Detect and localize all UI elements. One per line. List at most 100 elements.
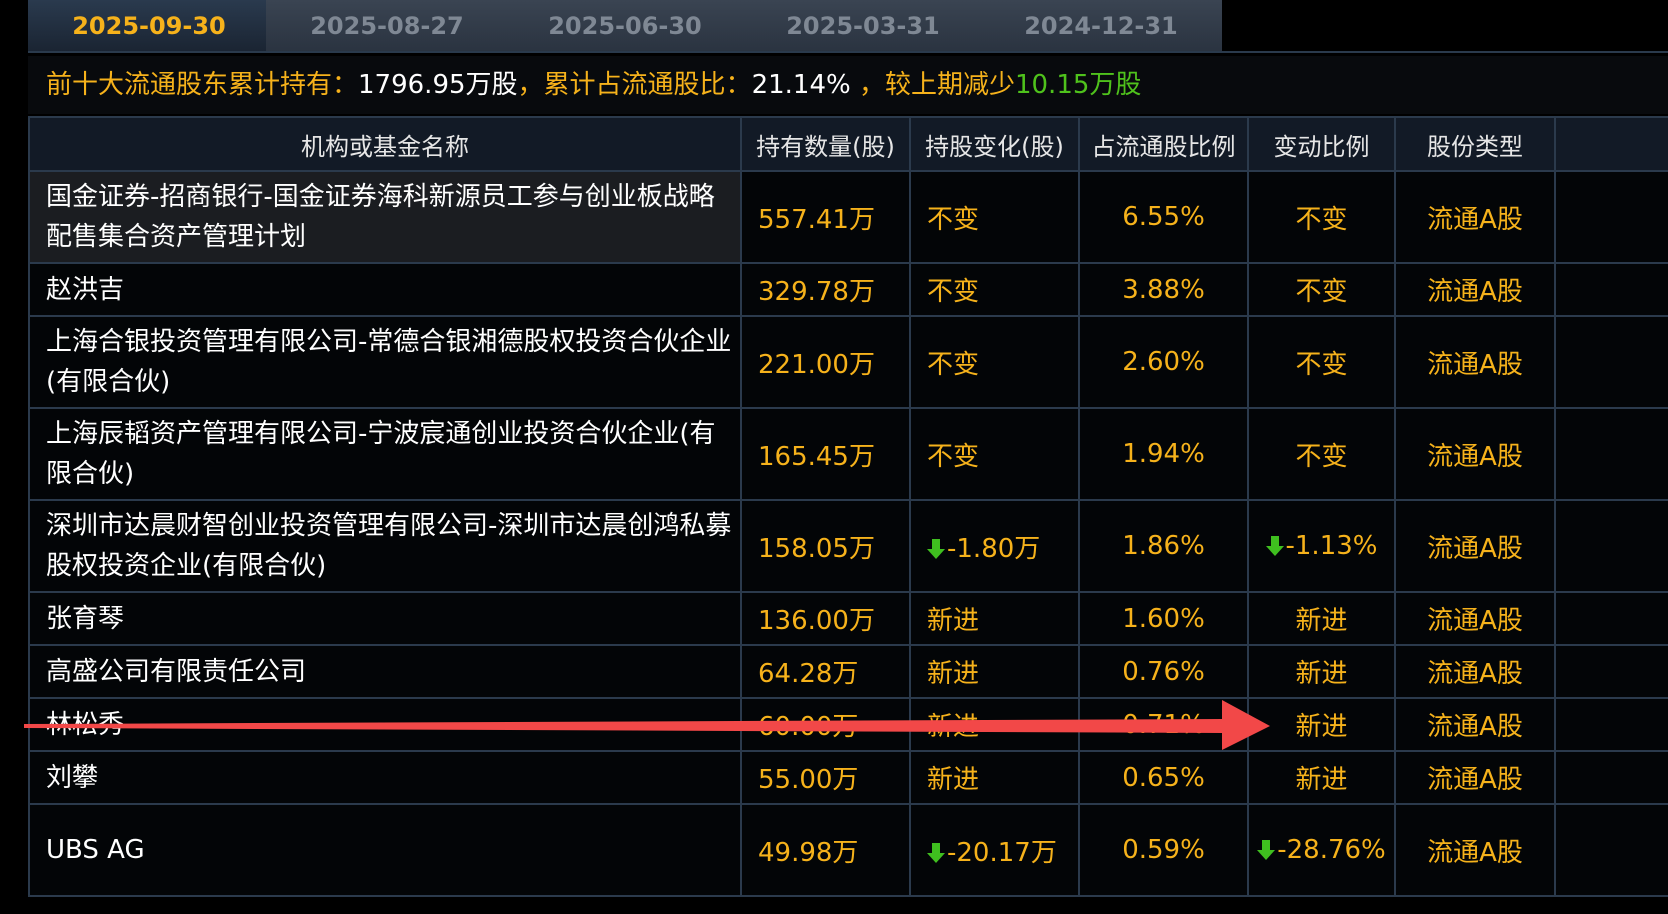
down-arrow-icon xyxy=(927,842,945,863)
table-row[interactable]: 上海合银投资管理有限公司-常德合银湘德股权投资合伙企业(有限合伙) 221.00… xyxy=(28,315,1668,409)
holder-name[interactable]: 林松秀 xyxy=(28,697,742,752)
holder-qty: 221.00万 xyxy=(740,315,911,409)
row-extra-cell xyxy=(1554,499,1668,593)
row-extra-cell xyxy=(1554,591,1668,646)
holder-pct: 1.86% xyxy=(1078,499,1249,593)
holder-ratio: 不变 xyxy=(1247,315,1396,409)
down-arrow-icon xyxy=(927,538,945,559)
holder-type: 流通A股 xyxy=(1394,262,1556,317)
tab-divider xyxy=(28,51,1668,53)
holder-qty: 165.45万 xyxy=(740,407,911,501)
holder-change: 不变 xyxy=(909,170,1080,264)
holder-qty: 55.00万 xyxy=(740,750,911,805)
header-quantity[interactable]: 持有数量(股) xyxy=(740,116,911,172)
holder-change: -20.17万 xyxy=(909,803,1080,897)
holder-ratio-value: -28.76% xyxy=(1277,835,1386,865)
holder-ratio-value: -1.13% xyxy=(1285,531,1378,561)
holder-type: 流通A股 xyxy=(1394,697,1556,752)
header-name[interactable]: 机构或基金名称 xyxy=(28,116,742,172)
holder-qty: 158.05万 xyxy=(740,499,911,593)
holder-pct: 0.59% xyxy=(1078,803,1249,897)
holder-ratio: 不变 xyxy=(1247,407,1396,501)
table-row[interactable]: 张育琴 136.00万 新进 1.60% 新进 流通A股 xyxy=(28,591,1668,646)
holder-ratio: 新进 xyxy=(1247,591,1396,646)
holder-change: 新进 xyxy=(909,697,1080,752)
holder-name[interactable]: 张育琴 xyxy=(28,591,742,646)
tab-2025-08-27[interactable]: 2025-08-27 xyxy=(266,0,508,52)
holder-ratio: -28.76% xyxy=(1247,803,1396,897)
row-extra-cell xyxy=(1554,170,1668,264)
row-extra-cell xyxy=(1554,262,1668,317)
holder-pct: 1.60% xyxy=(1078,591,1249,646)
holder-name[interactable]: 赵洪吉 xyxy=(28,262,742,317)
summary-label-change: ，较上期减少 xyxy=(850,70,1015,100)
tab-2025-09-30[interactable]: 2025-09-30 xyxy=(28,0,270,52)
holder-type: 流通A股 xyxy=(1394,407,1556,501)
holder-change: 不变 xyxy=(909,262,1080,317)
table-row[interactable]: 深圳市达晨财智创业投资管理有限公司-深圳市达晨创鸿私募股权投资企业(有限合伙) … xyxy=(28,499,1668,593)
holder-pct: 3.88% xyxy=(1078,262,1249,317)
holder-qty: 64.28万 xyxy=(740,644,911,699)
holder-change: -1.80万 xyxy=(909,499,1080,593)
holder-pct: 2.60% xyxy=(1078,315,1249,409)
table-header-row: 机构或基金名称 持有数量(股) 持股变化(股) 占流通股比例 变动比例 股份类型 xyxy=(28,116,1668,172)
table-row[interactable]: 赵洪吉 329.78万 不变 3.88% 不变 流通A股 xyxy=(28,262,1668,317)
holder-pct: 0.76% xyxy=(1078,644,1249,699)
holder-pct: 1.94% xyxy=(1078,407,1249,501)
header-change[interactable]: 持股变化(股) xyxy=(909,116,1080,172)
summary-ratio-value: 21.14% xyxy=(751,70,851,100)
down-arrow-icon xyxy=(1265,536,1284,556)
holder-type: 流通A股 xyxy=(1394,803,1556,897)
holder-type: 流通A股 xyxy=(1394,170,1556,264)
holder-name[interactable]: 高盛公司有限责任公司 xyxy=(28,644,742,699)
tab-2024-12-31[interactable]: 2024-12-31 xyxy=(980,0,1222,52)
holder-change: 不变 xyxy=(909,315,1080,409)
holder-qty: 329.78万 xyxy=(740,262,911,317)
holder-ratio: 新进 xyxy=(1247,750,1396,805)
holder-type: 流通A股 xyxy=(1394,499,1556,593)
holder-ratio: 不变 xyxy=(1247,170,1396,264)
holder-name[interactable]: UBS AG xyxy=(28,803,742,897)
holder-name[interactable]: 上海辰韬资产管理有限公司-宁波宸通创业投资合伙企业(有限合伙) xyxy=(28,407,742,501)
header-change-ratio[interactable]: 变动比例 xyxy=(1247,116,1396,172)
down-arrow-icon xyxy=(1257,840,1276,860)
table-row[interactable]: 高盛公司有限责任公司 64.28万 新进 0.76% 新进 流通A股 xyxy=(28,644,1668,699)
tab-2025-06-30[interactable]: 2025-06-30 xyxy=(504,0,746,52)
holder-change: 新进 xyxy=(909,644,1080,699)
holder-name[interactable]: 国金证券-招商银行-国金证券海科新源员工参与创业板战略配售集合资产管理计划 xyxy=(28,170,742,264)
holder-pct: 0.71% xyxy=(1078,697,1249,752)
holder-type: 流通A股 xyxy=(1394,644,1556,699)
holder-name[interactable]: 深圳市达晨财智创业投资管理有限公司-深圳市达晨创鸿私募股权投资企业(有限合伙) xyxy=(28,499,742,593)
table-row[interactable]: 国金证券-招商银行-国金证券海科新源员工参与创业板战略配售集合资产管理计划 55… xyxy=(28,170,1668,264)
holder-qty: 136.00万 xyxy=(740,591,911,646)
holder-change-value: -1.80万 xyxy=(947,533,1041,564)
period-tabs: 2025-09-30 2025-08-27 2025-06-30 2025-03… xyxy=(28,0,1668,52)
table-row[interactable]: 林松秀 60.00万 新进 0.71% 新进 流通A股 xyxy=(28,697,1668,752)
shareholders-table: 机构或基金名称 持有数量(股) 持股变化(股) 占流通股比例 变动比例 股份类型… xyxy=(28,116,1668,897)
table-row[interactable]: 上海辰韬资产管理有限公司-宁波宸通创业投资合伙企业(有限合伙) 165.45万 … xyxy=(28,407,1668,501)
header-share-type[interactable]: 股份类型 xyxy=(1394,116,1556,172)
summary-change-value: 10.15万股 xyxy=(1014,70,1142,100)
row-extra-cell xyxy=(1554,644,1668,699)
tab-2025-03-31[interactable]: 2025-03-31 xyxy=(742,0,984,52)
holder-pct: 0.65% xyxy=(1078,750,1249,805)
holder-qty: 557.41万 xyxy=(740,170,911,264)
holder-pct: 6.55% xyxy=(1078,170,1249,264)
holder-change: 新进 xyxy=(909,591,1080,646)
holder-change-value: -20.17万 xyxy=(947,837,1057,868)
row-extra-cell xyxy=(1554,803,1668,897)
header-float-ratio[interactable]: 占流通股比例 xyxy=(1078,116,1249,172)
summary-bar: 前十大流通股东累计持有：1796.95万股，累计占流通股比：21.14% ，较上… xyxy=(28,56,1668,114)
table-row[interactable]: 刘攀 55.00万 新进 0.65% 新进 流通A股 xyxy=(28,750,1668,805)
holder-name[interactable]: 刘攀 xyxy=(28,750,742,805)
row-extra-cell xyxy=(1554,697,1668,752)
table-row[interactable]: UBS AG 49.98万 -20.17万 0.59% -28.76% 流通A股 xyxy=(28,803,1668,897)
shareholder-page: 2025-09-30 2025-08-27 2025-06-30 2025-03… xyxy=(0,0,1668,914)
holder-type: 流通A股 xyxy=(1394,750,1556,805)
summary-label-total: 前十大流通股东累计持有： xyxy=(46,70,359,100)
header-extra xyxy=(1554,116,1668,172)
holder-qty: 49.98万 xyxy=(740,803,911,897)
holder-name[interactable]: 上海合银投资管理有限公司-常德合银湘德股权投资合伙企业(有限合伙) xyxy=(28,315,742,409)
holder-type: 流通A股 xyxy=(1394,315,1556,409)
summary-total-value: 1796.95万股 xyxy=(358,70,518,100)
